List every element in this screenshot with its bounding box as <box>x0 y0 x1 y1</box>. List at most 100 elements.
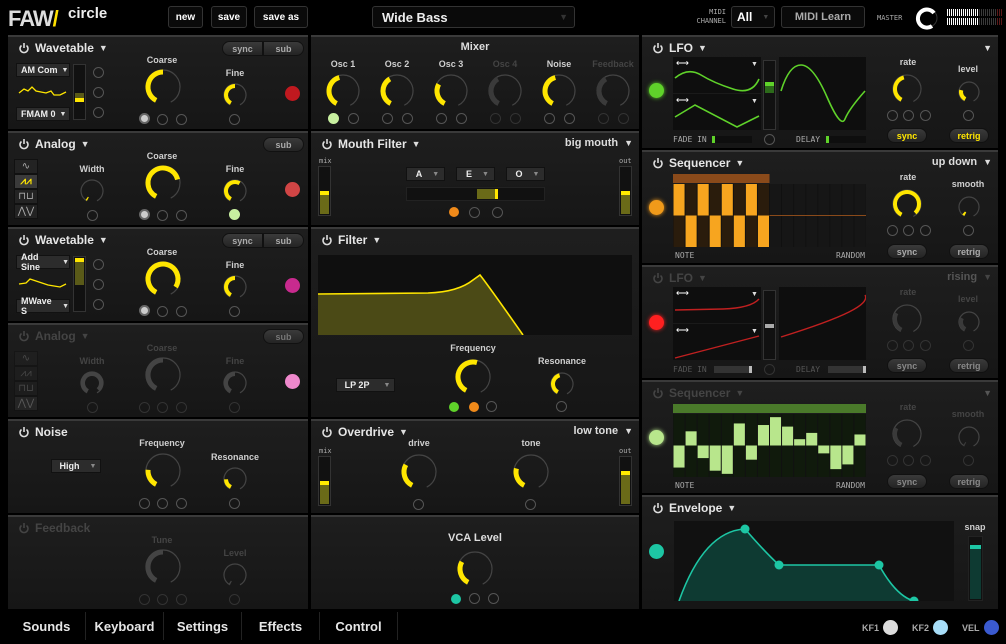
mod-slot[interactable] <box>436 113 447 124</box>
mod-slot[interactable] <box>486 401 497 412</box>
feedback-header[interactable]: Feedback <box>18 521 90 535</box>
osc2-width-knob[interactable] <box>78 177 106 205</box>
lfo1-preset-dropdown-icon[interactable]: ▼ <box>983 43 992 53</box>
mod-slot[interactable] <box>456 113 467 124</box>
mouth-filter-header[interactable]: Mouth Filter ▼ <box>321 137 421 151</box>
tab-sounds[interactable]: Sounds <box>8 612 86 640</box>
mod-slot[interactable] <box>920 110 931 121</box>
mod-slot[interactable] <box>93 107 104 118</box>
seq2-step-grid[interactable] <box>673 404 866 477</box>
mod-slot[interactable] <box>903 340 914 351</box>
save-as-button[interactable]: save as <box>254 6 308 28</box>
mod-slot[interactable] <box>903 225 914 236</box>
envelope-node-release[interactable] <box>909 596 919 602</box>
mod-slot[interactable] <box>229 306 240 317</box>
mod-slot[interactable] <box>920 225 931 236</box>
envelope-snap-slider[interactable] <box>968 536 983 601</box>
feedback-tune-knob[interactable] <box>143 547 183 587</box>
osc3-wave-top-select[interactable]: Add Sine ▼ <box>16 252 70 272</box>
seq1-smooth-knob[interactable] <box>956 194 982 220</box>
tab-settings[interactable]: Settings <box>164 612 242 640</box>
osc3-coarse-knob[interactable] <box>143 259 183 299</box>
mod-slot[interactable] <box>93 87 104 98</box>
osc2-mod-source-active[interactable] <box>229 209 240 220</box>
mod-slot[interactable] <box>963 225 974 236</box>
mod-slot[interactable] <box>176 306 187 317</box>
osc3-header[interactable]: Wavetable ▼ <box>18 233 108 247</box>
wave-saw-button[interactable]: ⩘⩘ <box>14 366 38 381</box>
osc1-wave-bottom-select[interactable]: FMAM 0 ▼ <box>16 107 70 121</box>
kf1-source-led[interactable] <box>883 620 898 635</box>
filter-mod-source-orange[interactable] <box>469 402 479 412</box>
mod-slot[interactable] <box>887 225 898 236</box>
mouth-mod-source-active[interactable] <box>449 207 459 217</box>
overdrive-header[interactable]: Overdrive ▼ <box>321 425 408 439</box>
osc2-mod-source-active[interactable] <box>139 209 150 220</box>
wave-triangle-button[interactable]: ⋀⋁ <box>14 396 38 411</box>
seq2-preset-dropdown-icon[interactable]: ▼ <box>983 388 992 398</box>
lfo2-retrig-button[interactable]: retrig <box>949 358 989 373</box>
seq1-retrig-button[interactable]: retrig <box>949 244 989 259</box>
new-button[interactable]: new <box>168 6 203 28</box>
lfo2-header[interactable]: LFO ▼ <box>652 271 707 285</box>
mod-slot[interactable] <box>887 340 898 351</box>
lfo2-preset-select[interactable]: rising ▼ <box>947 271 992 283</box>
envelope-header[interactable]: Envelope ▼ <box>652 501 736 515</box>
kf2-source-led[interactable] <box>933 620 948 635</box>
vowel-a-select[interactable]: A ▼ <box>406 167 445 181</box>
osc2-sub-button[interactable]: sub <box>263 137 304 152</box>
mouth-filter-mix-slider[interactable] <box>318 166 331 216</box>
overdrive-mix-slider[interactable] <box>318 456 331 506</box>
seq1-preset-select[interactable]: up down ▼ <box>932 156 992 168</box>
osc1-mod-source-active[interactable] <box>139 113 150 124</box>
mod-slot[interactable] <box>157 210 168 221</box>
mixer-channel-knob[interactable] <box>377 71 417 111</box>
tab-effects[interactable]: Effects <box>242 612 320 640</box>
osc1-coarse-knob[interactable] <box>143 67 183 107</box>
seq1-sync-button[interactable]: sync <box>887 244 927 259</box>
midi-learn-button[interactable]: MIDI Learn <box>781 6 865 28</box>
lfo2-fade-in-slider[interactable] <box>714 366 752 373</box>
mod-slot[interactable] <box>157 402 168 413</box>
mod-slot[interactable] <box>920 340 931 351</box>
filter-resonance-knob[interactable] <box>548 370 576 398</box>
mod-slot[interactable] <box>229 114 240 125</box>
lfo1-shape-a[interactable]: ⟷ ▼ <box>673 57 761 93</box>
mod-slot[interactable] <box>490 113 501 124</box>
osc2-color-led[interactable] <box>285 182 300 197</box>
osc1-wave-top-select[interactable]: AM Com ▼ <box>16 63 70 77</box>
power-icon[interactable] <box>18 330 30 342</box>
mod-slot[interactable] <box>920 455 931 466</box>
lfo1-color-led[interactable] <box>649 83 664 98</box>
lfo2-color-led[interactable] <box>649 315 664 330</box>
osc3-fine-knob[interactable] <box>221 273 249 301</box>
lfo1-header[interactable]: LFO ▼ <box>652 41 707 55</box>
lfo1-morph-slider[interactable] <box>763 60 776 130</box>
mod-slot[interactable] <box>598 113 609 124</box>
osc3-color-led[interactable] <box>285 278 300 293</box>
mod-slot[interactable] <box>93 299 104 310</box>
noise-header[interactable]: Noise <box>18 425 68 439</box>
power-icon[interactable] <box>18 426 30 438</box>
mixer-channel-knob[interactable] <box>323 71 363 111</box>
lfo1-shape-b[interactable]: ⟷ ▼ <box>673 94 761 130</box>
mod-slot[interactable] <box>963 455 974 466</box>
lfo1-fade-in-slider[interactable] <box>712 136 752 143</box>
filter-header[interactable]: Filter ▼ <box>321 233 381 247</box>
seq1-header[interactable]: Sequencer ▼ <box>652 156 744 170</box>
seq2-retrig-button[interactable]: retrig <box>949 474 989 489</box>
power-icon[interactable] <box>652 272 664 284</box>
mod-slot[interactable] <box>556 401 567 412</box>
wave-sine-button[interactable]: ∿ <box>14 351 38 366</box>
mod-slot[interactable] <box>887 455 898 466</box>
master-knob[interactable] <box>914 4 942 32</box>
mixer-channel-knob[interactable] <box>485 71 525 111</box>
mod-slot[interactable] <box>176 402 187 413</box>
lfo2-sync-button[interactable]: sync <box>887 358 927 373</box>
mod-slot[interactable] <box>564 113 575 124</box>
filter-frequency-knob[interactable] <box>453 357 493 397</box>
tab-keyboard[interactable]: Keyboard <box>86 612 164 640</box>
seq2-sync-button[interactable]: sync <box>887 474 927 489</box>
noise-resonance-knob[interactable] <box>221 465 249 493</box>
osc4-header[interactable]: Analog ▼ <box>18 329 90 343</box>
